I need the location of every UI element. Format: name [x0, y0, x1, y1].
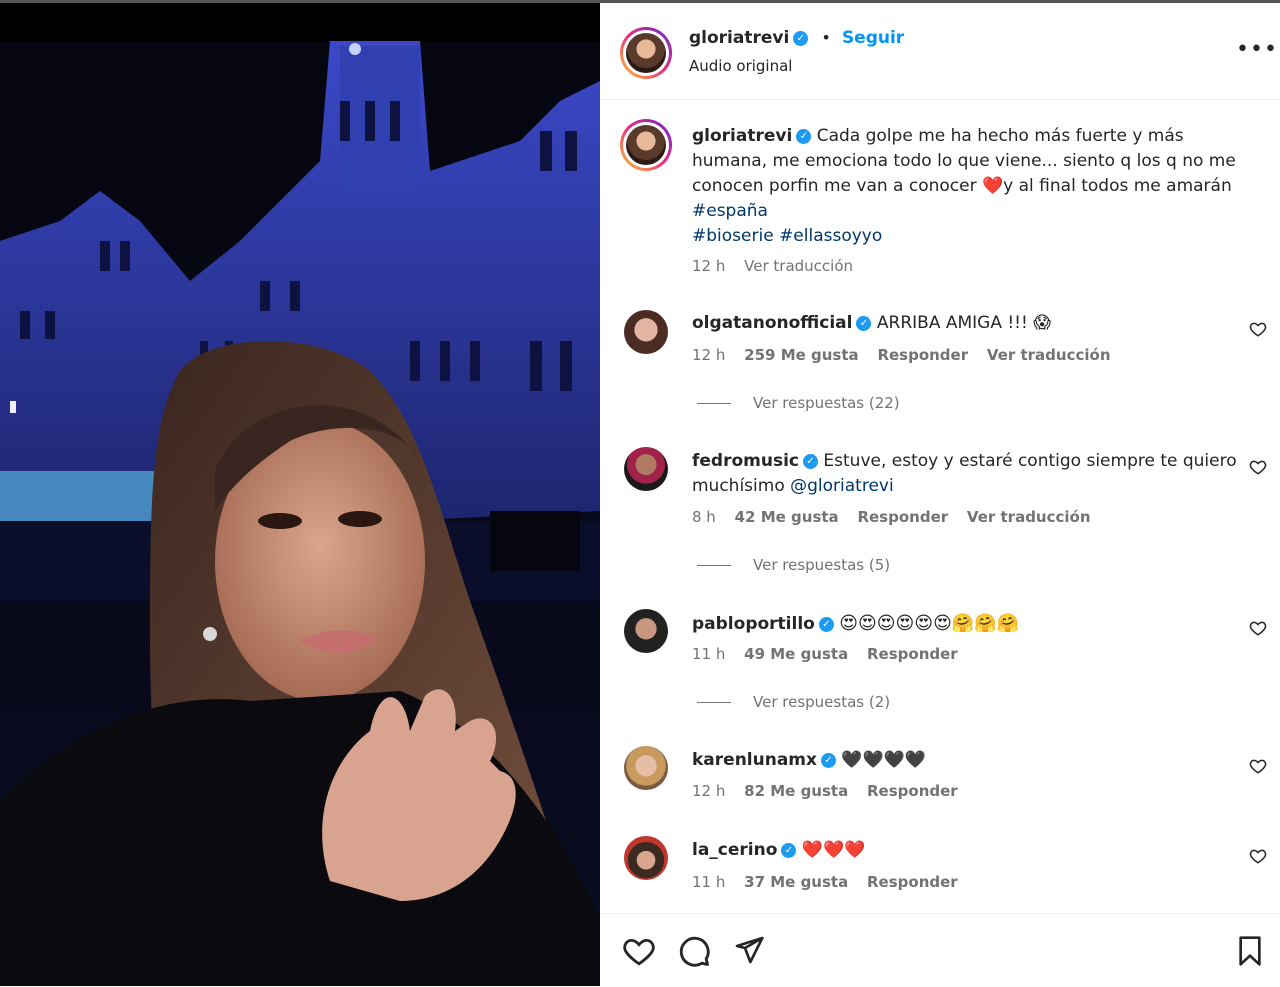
verified-badge-icon: ✓ — [803, 453, 818, 469]
caption: gloriatrevi ✓ Cada golpe me ha hecho más … — [692, 124, 1242, 249]
comment-meta: 11 h 49 Me gusta Responder — [692, 645, 972, 663]
verified-badge-icon: ✓ — [818, 616, 834, 632]
like-comment-heart-icon[interactable] — [1249, 320, 1267, 338]
post-header: gloriatrevi ✓ • Seguir Audio original ••• — [600, 3, 1280, 100]
view-replies-button[interactable]: Ver respuestas (2) — [697, 693, 890, 711]
like-comment-heart-icon[interactable] — [1249, 458, 1267, 476]
save-bookmark-icon[interactable] — [1234, 934, 1266, 968]
post-action-bar — [600, 913, 1280, 987]
verified-badge-icon: ✓ — [820, 752, 836, 768]
comment-likes[interactable]: 82 Me gusta — [744, 782, 848, 800]
video-top-bar — [0, 3, 600, 41]
follow-button[interactable]: Seguir — [842, 28, 904, 48]
comment-avatar-pabloportillo[interactable] — [624, 609, 668, 653]
hashtag-bioserie[interactable]: #bioserie — [692, 226, 774, 246]
mention-link[interactable]: @gloriatrevi — [790, 476, 894, 496]
comment-text: ❤️❤️❤️ — [801, 840, 866, 860]
comment-pabloportillo: pabloportillo ✓ 😍😍😍😍😍😍🤗🤗🤗 — [692, 611, 1242, 637]
comment-likes[interactable]: 42 Me gusta — [735, 508, 839, 526]
comment-fedromusic: fedromusic ✓ Estuve, estoy y estaré conti… — [692, 449, 1242, 499]
comment-likes[interactable]: 49 Me gusta — [744, 645, 848, 663]
post-sidebar: gloriatrevi ✓ • Seguir Audio original •••… — [600, 3, 1280, 986]
comment-time[interactable]: 11 h — [692, 873, 725, 891]
author-avatar[interactable] — [620, 27, 672, 79]
comment-karenlunamx: karenlunamx ✓ 🖤🖤🖤🖤 — [692, 748, 1242, 773]
translate-link[interactable]: Ver traducción — [967, 508, 1091, 526]
comment-username[interactable]: fedromusic — [692, 451, 799, 471]
video-frame — [0, 41, 600, 986]
view-replies-label: Ver respuestas (5) — [753, 556, 891, 574]
view-replies-button[interactable]: Ver respuestas (5) — [697, 556, 890, 574]
comment-username[interactable]: olgatanonofficial — [692, 313, 852, 333]
comment-meta: 11 h 37 Me gusta Responder — [692, 873, 972, 891]
comment-text: 🖤🖤🖤🖤 — [841, 750, 927, 770]
comment-meta: 12 h 82 Me gusta Responder — [692, 782, 972, 800]
comment-likes[interactable]: 259 Me gusta — [744, 346, 859, 364]
comment-username[interactable]: pabloportillo — [692, 614, 815, 634]
like-comment-heart-icon[interactable] — [1249, 619, 1267, 637]
audio-label[interactable]: Audio original — [689, 57, 792, 75]
post-video[interactable] — [0, 3, 600, 986]
hashtag-espana[interactable]: #españa — [692, 201, 768, 221]
comment-text: ARRIBA AMIGA !!! 😱 — [876, 313, 1051, 333]
like-comment-heart-icon[interactable] — [1249, 757, 1267, 775]
separator-dot: • — [821, 28, 831, 47]
verified-badge-icon: ✓ — [796, 128, 812, 144]
reply-button[interactable]: Responder — [867, 645, 958, 663]
comment-time[interactable]: 12 h — [692, 782, 725, 800]
reply-button[interactable]: Responder — [857, 508, 948, 526]
more-options-icon[interactable]: ••• — [1236, 37, 1278, 62]
verified-badge-icon: ✓ — [793, 31, 809, 46]
like-heart-icon[interactable] — [622, 934, 656, 968]
comment-username[interactable]: karenlunamx — [692, 750, 817, 770]
reply-button[interactable]: Responder — [867, 782, 958, 800]
comment-avatar-karenlunamx[interactable] — [624, 746, 668, 790]
caption-text-end: y al final todos me amarán — [1003, 176, 1232, 196]
caption-username[interactable]: gloriatrevi — [692, 126, 792, 146]
red-heart-emoji: ❤️ — [982, 176, 1004, 196]
caption-translate-link[interactable]: Ver traducción — [744, 257, 853, 275]
comment-avatar-olgatanonofficial[interactable] — [624, 310, 668, 354]
comment-time[interactable]: 11 h — [692, 645, 725, 663]
comment-avatar-fedromusic[interactable] — [624, 447, 668, 491]
author-username[interactable]: gloriatrevi — [689, 28, 789, 48]
comment-bubble-icon[interactable] — [677, 934, 711, 968]
view-replies-button[interactable]: Ver respuestas (22) — [697, 394, 900, 412]
comment-username[interactable]: la_cerino — [692, 840, 777, 860]
comment-olgatanonofficial: olgatanonofficial ✓ ARRIBA AMIGA !!! 😱 — [692, 311, 1242, 336]
verified-badge-icon: ✓ — [856, 315, 872, 331]
comment-likes[interactable]: 37 Me gusta — [744, 873, 848, 891]
comment-text: 😍😍😍😍😍😍🤗🤗🤗 — [839, 613, 1020, 634]
caption-meta: 12 h Ver traducción — [692, 257, 867, 275]
like-comment-heart-icon[interactable] — [1249, 847, 1267, 865]
translate-link[interactable]: Ver traducción — [987, 346, 1111, 364]
comment-meta: 8 h 42 Me gusta Responder Ver traducción — [692, 508, 1105, 526]
reply-button[interactable]: Responder — [867, 873, 958, 891]
caption-avatar[interactable] — [620, 119, 672, 171]
caption-time[interactable]: 12 h — [692, 257, 725, 275]
reply-button[interactable]: Responder — [877, 346, 968, 364]
comment-time[interactable]: 8 h — [692, 508, 716, 526]
hashtag-ellassoyyo[interactable]: #ellassoyyo — [779, 226, 882, 246]
view-replies-label: Ver respuestas (2) — [753, 693, 891, 711]
comment-meta: 12 h 259 Me gusta Responder Ver traducci… — [692, 346, 1125, 364]
comment-la-cerino: la_cerino ✓ ❤️❤️❤️ — [692, 838, 1242, 863]
view-replies-label: Ver respuestas (22) — [753, 394, 900, 412]
share-send-icon[interactable] — [733, 934, 765, 966]
comment-avatar-la-cerino[interactable] — [624, 836, 668, 880]
verified-badge-icon: ✓ — [781, 842, 797, 858]
comment-time[interactable]: 12 h — [692, 346, 725, 364]
